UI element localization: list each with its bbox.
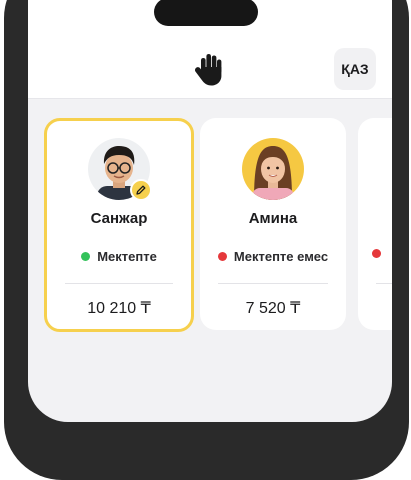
divider xyxy=(218,283,328,284)
divider xyxy=(65,283,173,284)
phone-screen: ҚАЗ Санжар Мектепте 10 210 ₸ Амина Мекте… xyxy=(28,0,392,422)
language-switch-button[interactable]: ҚАЗ xyxy=(334,48,376,90)
phone-frame: ҚАЗ Санжар Мектепте 10 210 ₸ Амина Мекте… xyxy=(4,0,409,480)
child-name: Санжар xyxy=(90,210,148,227)
waving-hand-icon xyxy=(195,54,222,86)
status-label: Мектепте xyxy=(97,249,157,264)
divider xyxy=(376,283,392,284)
status-dot-icon xyxy=(372,249,381,258)
avatar xyxy=(242,138,304,200)
children-cards-row: Санжар Мектепте 10 210 ₸ Амина Мектепте … xyxy=(28,98,392,422)
status-dot-icon xyxy=(217,252,227,261)
status-row: Мектепте емес xyxy=(200,249,346,264)
dynamic-island xyxy=(154,0,258,26)
status-row xyxy=(358,249,392,258)
balance: 10 210 ₸ xyxy=(87,300,151,317)
child-card-sanzhar[interactable]: Санжар Мектепте 10 210 ₸ xyxy=(44,118,194,332)
status-label: Мектепте емес xyxy=(233,249,329,264)
pencil-icon[interactable] xyxy=(130,179,152,201)
child-name: Амина xyxy=(248,210,298,227)
status-dot-icon xyxy=(81,252,91,261)
status-row: Мектепте xyxy=(47,249,191,264)
balance: 7 520 ₸ xyxy=(245,300,301,317)
child-card-amina[interactable]: Амина Мектепте емес 7 520 ₸ xyxy=(200,118,346,330)
header: ҚАЗ xyxy=(28,0,392,99)
child-card-partial[interactable] xyxy=(358,118,392,330)
